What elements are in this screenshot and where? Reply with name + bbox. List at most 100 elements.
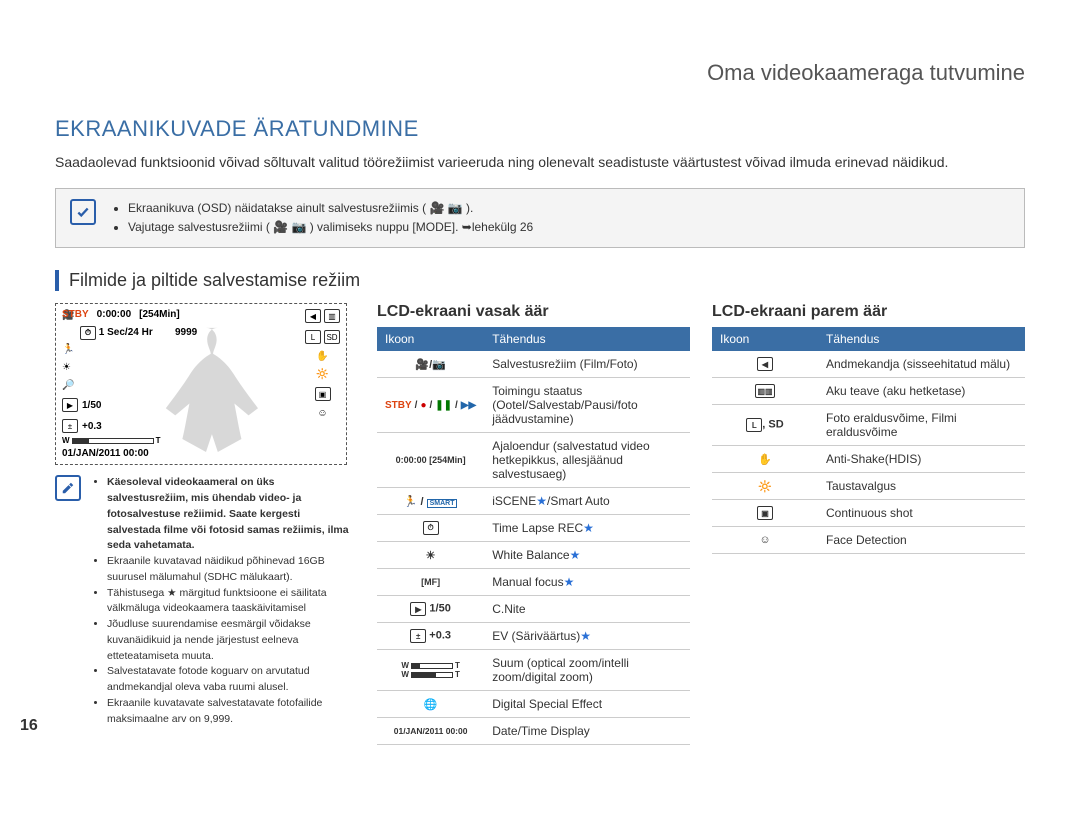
ev-icon: ± (62, 419, 78, 433)
note-item: Vajutage salvestusrežiimi ( 🎥 📷 ) valimi… (128, 218, 533, 237)
wb-icon: ☀ (62, 362, 102, 373)
iscene-smart-icon: 🏃 / SMART (404, 496, 458, 508)
antishake-icon: ✋ (758, 454, 772, 466)
page-title: EKRAANIKUVADE ÄRATUNDMINE (55, 116, 1025, 142)
silhouette-graphic (146, 322, 266, 452)
left-table-heading: LCD-ekraani vasak äär (377, 303, 690, 321)
table-row: WT WT Suum (optical zoom/intelli zoom/di… (377, 650, 690, 691)
ev-label: +0.3 (429, 630, 451, 642)
cell-meaning: Anti-Shake(HDIS) (818, 446, 1025, 473)
cell-meaning: Andmekandja (sisseehitatud mälu) (818, 351, 1025, 378)
cnite-icon: ▶ (410, 602, 426, 616)
lcd-preview: 🎥 STBY 0:00:00 [254Min] ⏱ 1 Sec/24 Hr 99… (55, 303, 347, 465)
mf-icon: 🔎 (62, 380, 102, 391)
cell-meaning: Aku teave (aku hetketase) (818, 378, 1025, 405)
cell-meaning: Taustavalgus (818, 473, 1025, 500)
table-row: ⏱ Time Lapse REC★ (377, 515, 690, 542)
left-note-item: Jõudluse suurendamise eesmärgil võidakse… (107, 617, 355, 664)
section-heading: Filmide ja piltide salvestamise režiim (55, 270, 1025, 291)
stby-indicator: STBY (62, 309, 89, 320)
face-detect-icon: ☺ (759, 534, 770, 546)
table-row: ▥▥ Aku teave (aku hetketase) (712, 378, 1025, 405)
zoom-w-label: W (62, 436, 70, 445)
cell-meaning: Salvestusrežiim (Film/Foto) (484, 351, 690, 378)
sd-icon: SD (324, 330, 340, 344)
table-row: 🏃 / SMART iSCENE★/Smart Auto (377, 488, 690, 515)
table-row: ☺ Face Detection (712, 527, 1025, 554)
ev-icon: ± (410, 629, 426, 643)
left-note-item: Tähistusega ★ märgitud funktsioone ei sä… (107, 586, 355, 618)
page-number: 16 (20, 717, 38, 735)
resolution-icon: L (746, 418, 762, 432)
check-note-icon (70, 199, 96, 225)
dse-icon: 🌐 (424, 699, 438, 711)
status-icons: STBY/●/❚❚/▶▶ (385, 400, 476, 411)
note-item: Ekraanikuva (OSD) näidatakse ainult salv… (128, 199, 533, 218)
date-display: 01/JAN/2011 00:00 (62, 448, 340, 459)
th-meaning: Tähendus (818, 327, 1025, 351)
remaining-time: [254Min] (139, 309, 180, 320)
table-row: STBY/●/❚❚/▶▶ Toimingu staatus (Ootel/Salv… (377, 378, 690, 433)
time-counter-label: 0:00:00 [254Min] (377, 433, 484, 488)
intro-text: Saadaolevad funktsioonid võivad sõltuval… (55, 154, 1025, 170)
mf-icon: [MF] (421, 577, 440, 587)
table-row: 01/JAN/2011 00:00Date/Time Display (377, 718, 690, 745)
battery-icon: ▥ (324, 309, 340, 323)
table-row: 🎥/📷Salvestusrežiim (Film/Foto) (377, 351, 690, 378)
table-row: 🌐 Digital Special Effect (377, 691, 690, 718)
table-row: ▣Continuous shot (712, 500, 1025, 527)
table-row: 0:00:00 [254Min]Ajaloendur (salvestatud … (377, 433, 690, 488)
table-row: ☀White Balance★ (377, 542, 690, 569)
elapsed-time: 0:00:00 (97, 309, 131, 320)
cell-meaning: Ajaloendur (salvestatud video hetkepikku… (484, 433, 690, 488)
right-table-heading: LCD-ekraani parem äär (712, 303, 1025, 321)
cell-meaning: EV (Säriväärtus)★ (484, 623, 690, 650)
th-meaning: Tähendus (484, 327, 690, 351)
th-icon: Ikoon (712, 327, 818, 351)
left-note-item: Salvestatavate fotode koguarv on arvutat… (107, 664, 355, 696)
left-note-item: Ekraanile kuvatavad näidikud põhinevad 1… (107, 554, 355, 586)
cell-meaning: C.Nite (484, 596, 690, 623)
th-icon: Ikoon (377, 327, 484, 351)
timelapse-icon: ⏱ (423, 521, 439, 535)
zoom-bar: W T (62, 436, 340, 445)
zoom-t-label: T (156, 436, 161, 445)
table-row: [MF] Manual focus★ (377, 569, 690, 596)
cell-meaning: Manual focus★ (484, 569, 690, 596)
left-icon-table: Ikoon Tähendus 🎥/📷Salvestusrežiim (Film/… (377, 327, 690, 745)
cell-meaning: Face Detection (818, 527, 1025, 554)
antishake-icon: ✋ (316, 351, 328, 362)
battery-icon: ▥▥ (755, 384, 775, 398)
info-pencil-icon (55, 475, 81, 501)
table-row: ◀ Andmekandja (sisseehitatud mälu) (712, 351, 1025, 378)
card-icon: ◀ (757, 357, 773, 371)
cnite-label: 1/50 (429, 603, 450, 615)
cell-meaning: Toimingu staatus (Ootel/Salvestab/Pausi/… (484, 378, 690, 433)
left-note-item: Käesoleval videokaameral on üks salvestu… (107, 475, 355, 554)
chapter-title: Oma videokaameraga tutvumine (55, 60, 1025, 86)
table-row: ± +0.3 EV (Säriväärtus)★ (377, 623, 690, 650)
table-row: L, SD Foto eraldusvõime, Filmi eraldusvõi… (712, 405, 1025, 446)
backlight-icon: 🔆 (316, 369, 328, 380)
ev-value: +0.3 (82, 421, 102, 432)
table-row: ▶ 1/50 C.Nite (377, 596, 690, 623)
sec-hr-label: 1 Sec/24 Hr (99, 327, 153, 338)
cnite-value: 1/50 (82, 400, 101, 411)
cell-meaning: Digital Special Effect (484, 691, 690, 718)
continuous-icon: ▣ (315, 387, 331, 401)
cell-meaning: Foto eraldusvõime, Filmi eraldusvõime (818, 405, 1025, 446)
timelapse-icon: ⏱ (80, 326, 96, 340)
shots-remaining: 9999 (175, 327, 197, 338)
cell-meaning: iSCENE★/Smart Auto (484, 488, 690, 515)
cnite-icon: ▶ (62, 398, 78, 412)
table-row: 🔆 Taustavalgus (712, 473, 1025, 500)
left-note-list: Käesoleval videokaameral on üks salvestu… (91, 475, 355, 727)
continuous-icon: ▣ (757, 506, 773, 520)
sd-label: , SD (762, 419, 783, 431)
wb-icon: ☀ (426, 550, 436, 562)
cell-meaning: Time Lapse REC★ (484, 515, 690, 542)
resolution-icon: L (305, 330, 321, 344)
table-row: ✋ Anti-Shake(HDIS) (712, 446, 1025, 473)
backlight-icon: 🔆 (758, 481, 772, 493)
card-icon: ◀ (305, 309, 321, 323)
